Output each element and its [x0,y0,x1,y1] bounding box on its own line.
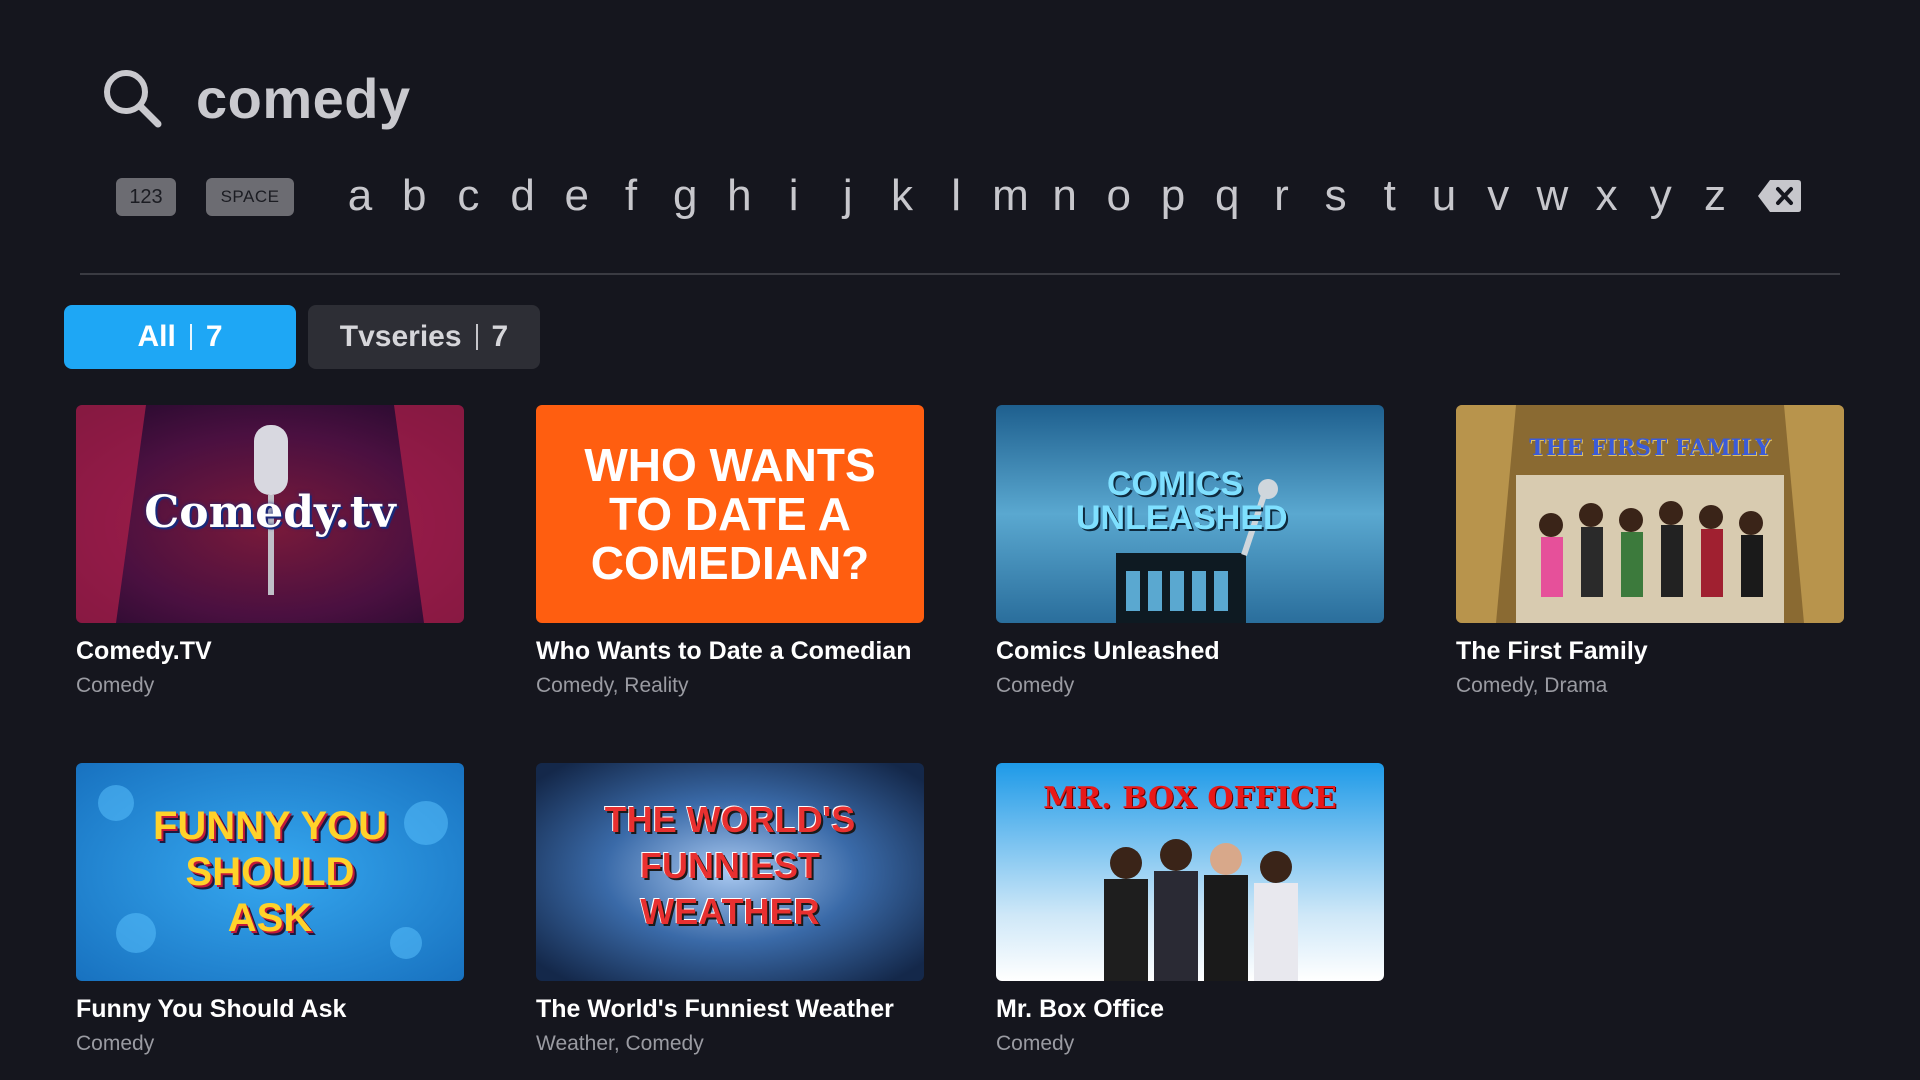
key-c[interactable]: c [446,170,490,222]
key-j[interactable]: j [826,170,870,222]
key-v[interactable]: v [1476,170,1520,222]
key-l[interactable]: l [934,170,978,222]
result-title: Funny You Should Ask [76,995,347,1023]
key-s[interactable]: s [1314,170,1358,222]
search-bar[interactable]: comedy [100,58,411,138]
result-genre: Weather, Comedy [536,1032,704,1055]
key-k[interactable]: k [880,170,924,222]
thumbnail-title-text: THE FIRST FAMILY [1529,435,1771,461]
result-card-comics-unleashed[interactable]: COMICS UNLEASHED Comics Unleashed Comedy [996,405,1384,698]
key-i[interactable]: i [772,170,816,222]
result-title: Mr. Box Office [996,995,1165,1023]
result-card-who-wants-to-date-a-comedian[interactable]: WHO WANTS TO DATE A COMEDIAN? Who Wants … [536,405,924,698]
thumbnail-title-text: COMICS UNLEASHED [1076,465,1288,537]
result-genre: Comedy [996,1032,1075,1055]
result-genre: Comedy, Reality [536,674,689,697]
result-card-comedy-tv[interactable]: Comedy.tv Comedy.TV Comedy [76,405,464,698]
key-n[interactable]: n [1043,170,1087,222]
space-key[interactable]: SPACE [206,178,294,216]
result-genre: Comedy, Drama [1456,674,1608,697]
result-card-the-worlds-funniest-weather[interactable]: THE WORLD'S FUNNIEST WEATHER The World's… [536,763,924,1056]
result-genre: Comedy [76,674,155,697]
thumbnail: WHO WANTS TO DATE A COMEDIAN? [536,405,924,623]
result-title: Comics Unleashed [996,637,1220,665]
key-g[interactable]: g [663,170,707,222]
key-p[interactable]: p [1151,170,1195,222]
key-y[interactable]: y [1639,170,1683,222]
thumbnail-title-text: MR. BOX OFFICE [1043,781,1337,816]
key-w[interactable]: w [1530,170,1574,222]
thumbnail-title-text: Comedy.tv [144,487,396,538]
result-card-funny-you-should-ask[interactable]: FUNNY YOU SHOULD ASK Funny You Should As… [76,763,464,1056]
numbers-key[interactable]: 123 [116,178,176,216]
tab-all-count: 7 [205,320,223,353]
search-icon [104,70,162,128]
thumbnail: Comedy.tv [76,405,464,623]
thumbnail: MR. BOX OFFICE [996,763,1384,981]
key-f[interactable]: f [609,170,653,222]
key-h[interactable]: h [717,170,761,222]
thumbnail-title-text: THE WORLD'S FUNNIEST WEATHER [604,799,856,932]
tab-separator [475,324,478,350]
result-card-the-first-family[interactable]: THE FIRST FAMILY The First Family Comedy… [1456,405,1844,698]
result-title: Who Wants to Date a Comedian [536,637,912,665]
key-t[interactable]: t [1368,170,1412,222]
tab-tvseries[interactable]: Tvseries 7 [308,305,540,369]
key-e[interactable]: e [555,170,599,222]
thumbnail: COMICS UNLEASHED [996,405,1384,623]
on-screen-keyboard: 123 SPACE abcdefghijklmnopqrstuvwxyz [116,170,1806,222]
thumbnail: FUNNY YOU SHOULD ASK [76,763,464,981]
result-genre: Comedy [996,674,1075,697]
search-query[interactable]: comedy [196,66,411,131]
thumbnail-title-text: FUNNY YOU SHOULD ASK [152,804,388,940]
result-title: The World's Funniest Weather [536,995,894,1023]
key-q[interactable]: q [1205,170,1249,222]
result-title: Comedy.TV [76,637,212,665]
key-z[interactable]: z [1693,170,1737,222]
thumbnail-title-text: WHO WANTS TO DATE A COMEDIAN? [584,439,876,589]
result-card-mr-box-office[interactable]: MR. BOX OFFICE Mr. Box Office Comedy [996,763,1384,1056]
backspace-icon[interactable] [1756,176,1802,216]
tab-all[interactable]: All 7 [64,305,296,369]
thumbnail: THE FIRST FAMILY [1456,405,1844,623]
result-genre: Comedy [76,1032,155,1055]
key-m[interactable]: m [988,170,1032,222]
tab-all-label: All [137,320,176,353]
key-a[interactable]: a [338,170,382,222]
tab-separator [189,324,192,350]
key-b[interactable]: b [392,170,436,222]
key-x[interactable]: x [1585,170,1629,222]
key-r[interactable]: r [1259,170,1303,222]
key-u[interactable]: u [1422,170,1466,222]
search-page: comedy 123 SPACE abcdefghijklmnopqrstuvw… [0,0,1920,1080]
key-o[interactable]: o [1097,170,1141,222]
tab-tvseries-label: Tvseries [339,320,462,353]
divider [80,273,1840,275]
result-title: The First Family [1456,637,1648,665]
tab-tvseries-count: 7 [491,320,509,353]
key-d[interactable]: d [501,170,545,222]
thumbnail: THE WORLD'S FUNNIEST WEATHER [536,763,924,981]
